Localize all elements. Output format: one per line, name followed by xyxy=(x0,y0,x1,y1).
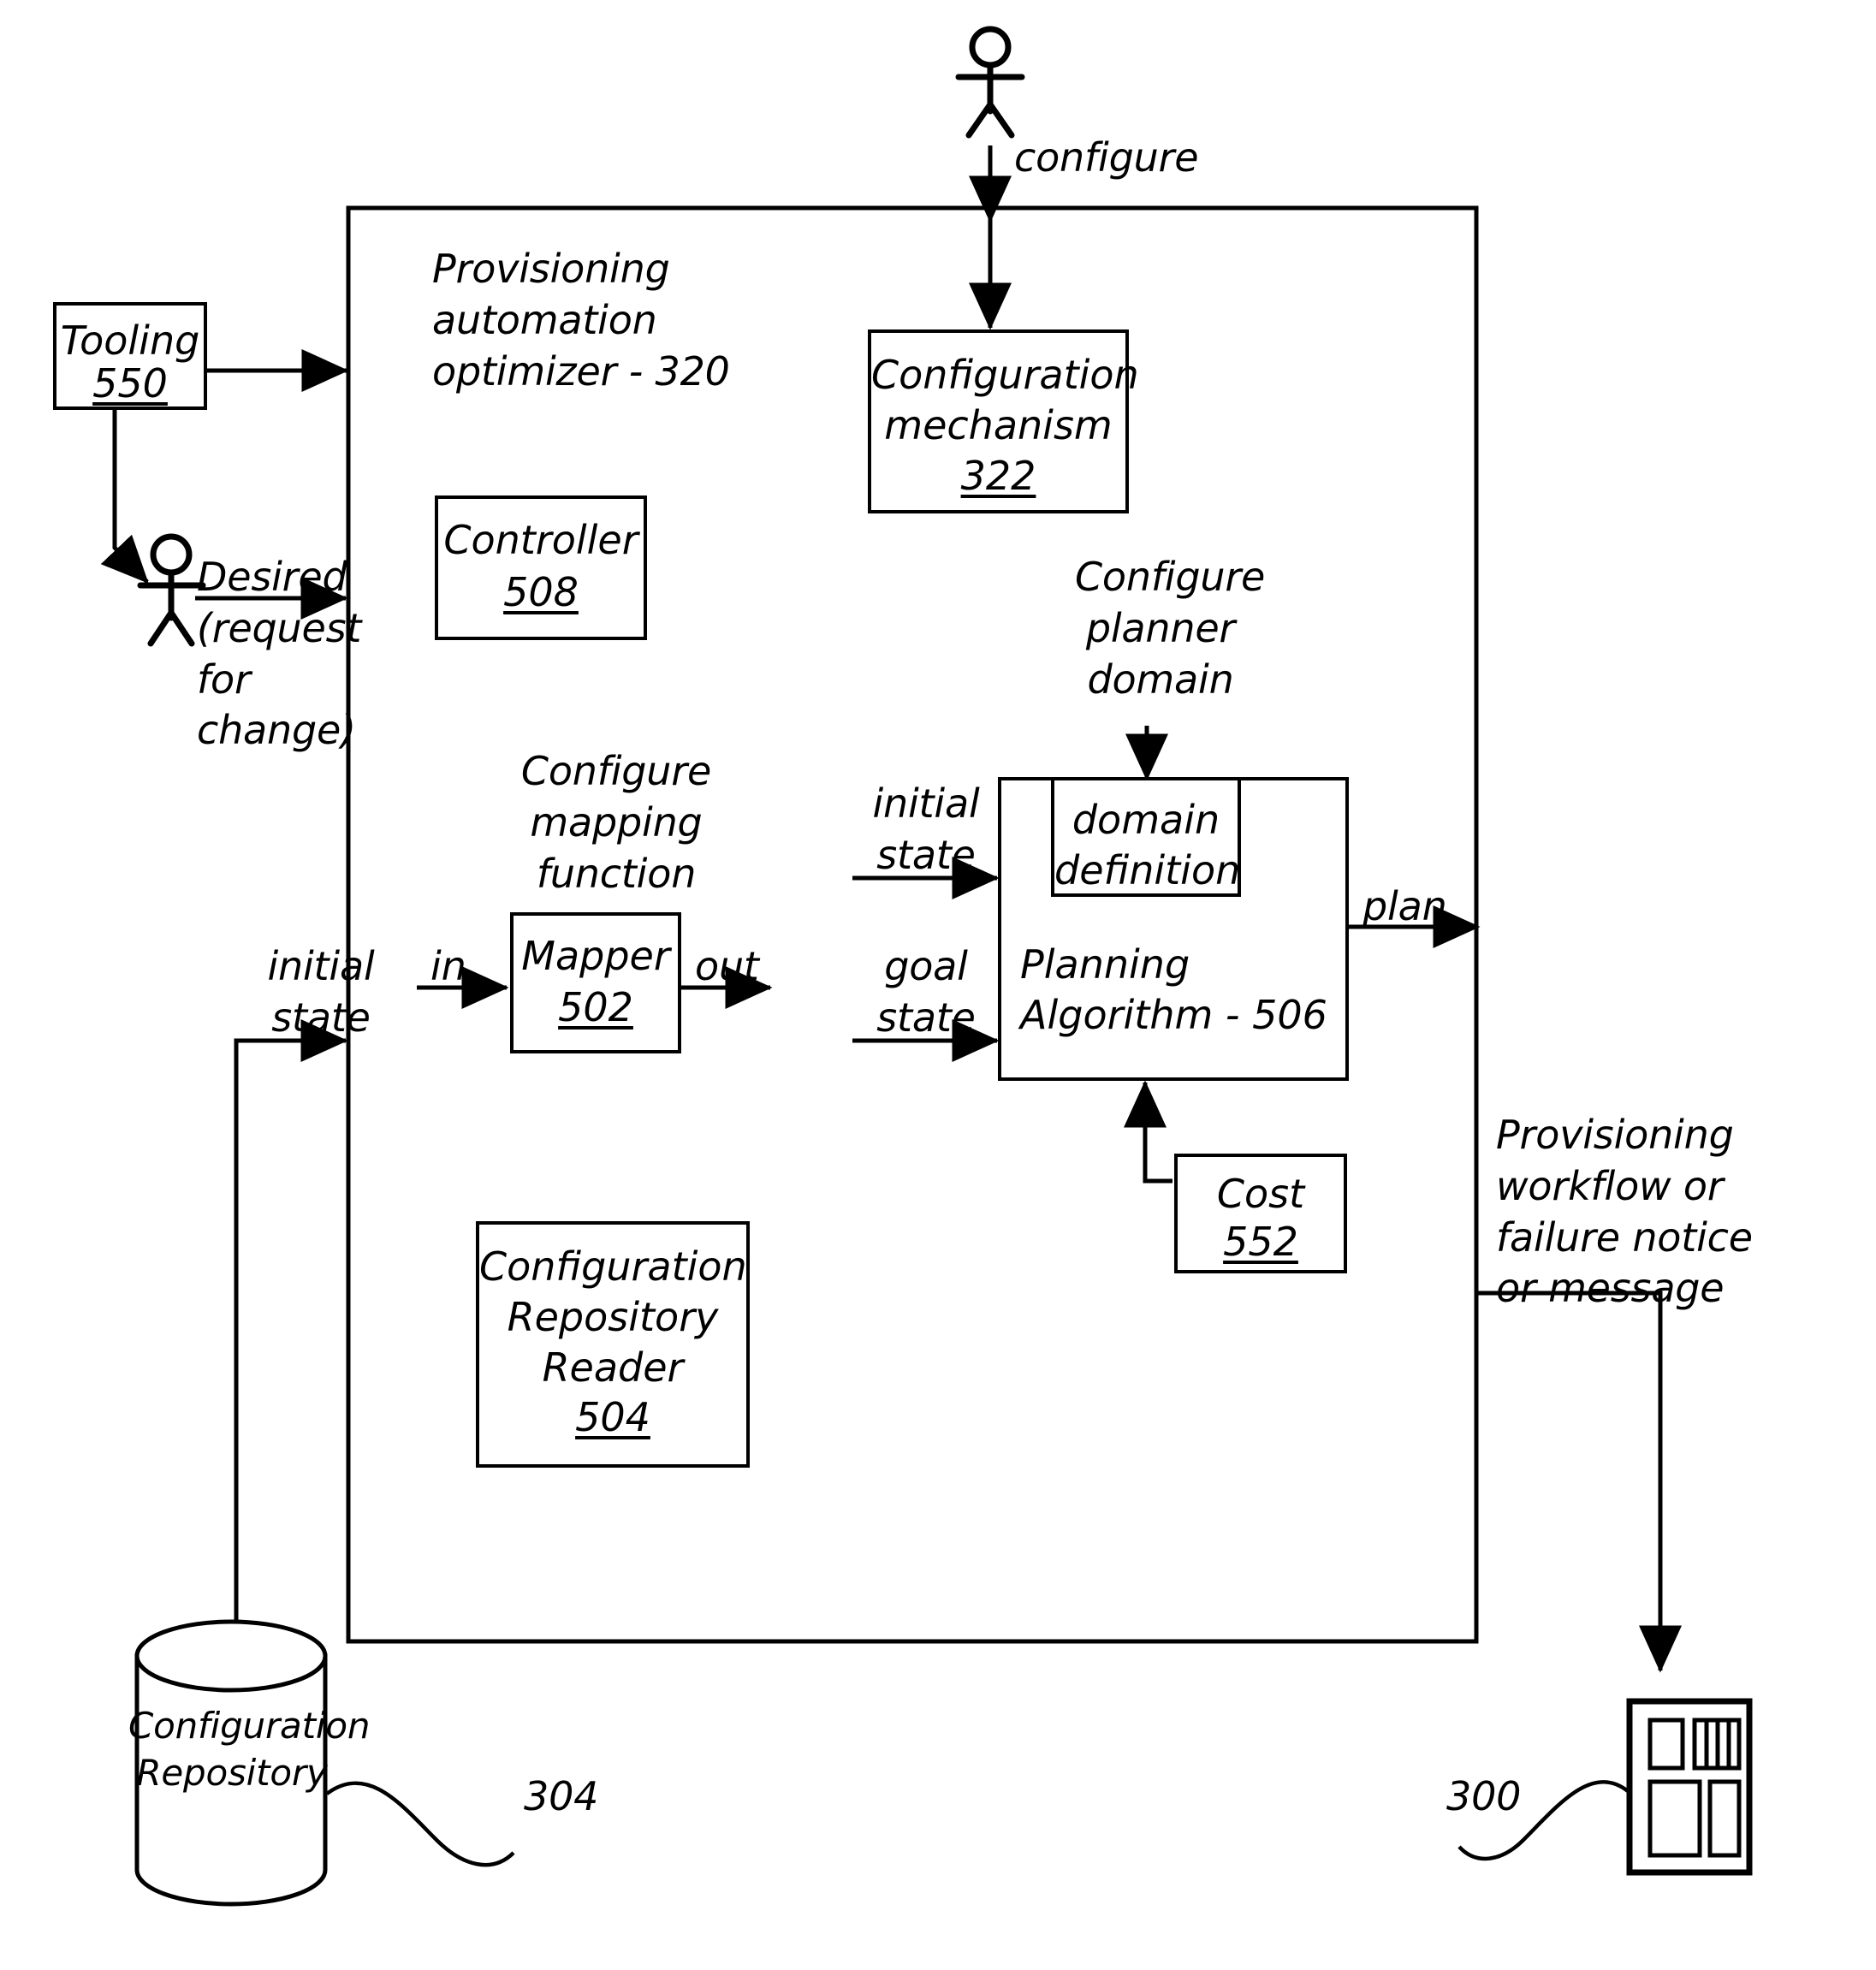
configuration-repository-label: Configuration Repository xyxy=(128,1705,371,1794)
planning-algorithm-title: Planning Algorithm - 506 xyxy=(1020,941,1327,1038)
top-actor-figure xyxy=(955,26,1025,139)
cost-title: Cost xyxy=(1216,1171,1305,1217)
mapper-title: Mapper xyxy=(521,933,670,979)
cost-box[interactable]: Cost 552 xyxy=(1174,1154,1347,1273)
configure-planner-domain-label: Configure planner domain xyxy=(1075,554,1266,703)
configuration-mechanism-box[interactable]: Configuration mechanism 322 xyxy=(868,329,1139,513)
initial-state-repo-label: initial state xyxy=(267,943,375,1041)
plan-output-label: plan xyxy=(1362,883,1447,929)
goal-state-planner-label: goal state xyxy=(876,943,976,1041)
configuration-repository-reader-box[interactable]: Configuration Repository Reader 504 xyxy=(476,1221,750,1468)
mapper-in-label: in xyxy=(430,943,466,989)
configure-mapping-function-label: Configure mapping function xyxy=(520,748,712,897)
configuration-repository-reader-ref: 504 xyxy=(575,1394,650,1440)
controller-ref: 508 xyxy=(503,569,579,615)
main-container-label: Provisioning automation optimizer - 320 xyxy=(432,246,730,395)
left-actor-figure xyxy=(137,533,206,647)
target-server-ref: 300 xyxy=(1446,1773,1522,1819)
configuration-repository-ref: 304 xyxy=(524,1773,599,1819)
desired-request-label: Desired (request for change) xyxy=(197,554,362,754)
mapper-out-label: out xyxy=(695,943,759,989)
mapper-box[interactable]: Mapper 502 xyxy=(510,912,681,1053)
mapper-ref: 502 xyxy=(558,984,633,1030)
cost-ref: 552 xyxy=(1223,1219,1298,1265)
configuration-mechanism-ref: 322 xyxy=(960,453,1036,499)
configuration-mechanism-title: Configuration mechanism xyxy=(871,352,1139,448)
configure-edge-label: configure xyxy=(1014,134,1199,181)
tooling-box[interactable]: Tooling 550 xyxy=(53,302,207,410)
provisioning-output-label: Provisioning workflow or failure notice … xyxy=(1496,1112,1753,1312)
initial-state-planner-label: initial state xyxy=(872,780,980,878)
figure-canvas: Provisioning automation optimizer - 320 … xyxy=(0,0,1876,1970)
domain-definition-box[interactable]: domain definition xyxy=(1051,777,1241,897)
target-server-icon xyxy=(1626,1698,1753,1876)
controller-title: Controller xyxy=(443,517,638,563)
domain-definition-title: domain definition xyxy=(1054,797,1241,893)
tooling-ref: 550 xyxy=(92,360,168,406)
configuration-repository-reader-title: Configuration Repository Reader xyxy=(479,1243,747,1391)
controller-box[interactable]: Controller 508 xyxy=(435,495,647,640)
